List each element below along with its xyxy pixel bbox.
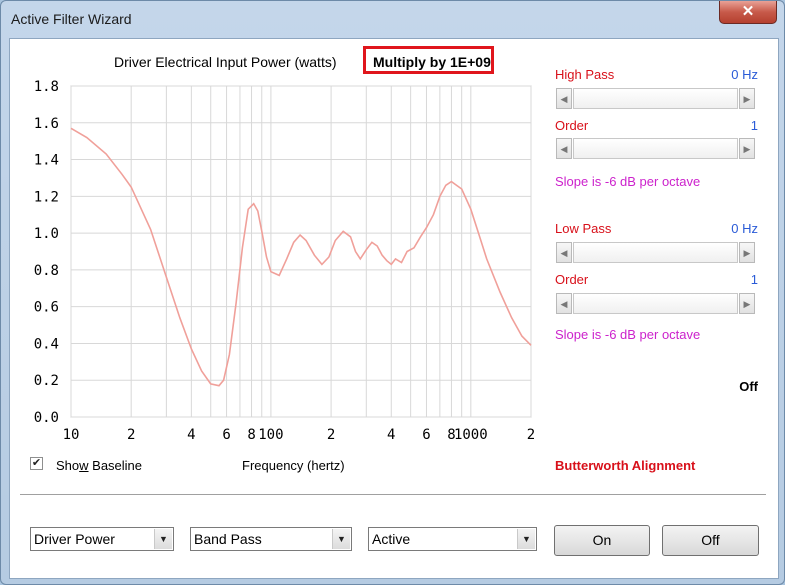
low-pass-slider[interactable]: ◀ ▶ xyxy=(555,241,756,266)
slider-left-arrow-icon[interactable]: ◀ xyxy=(556,242,572,263)
x-tick-label: 2 xyxy=(327,427,335,443)
x-tick-label: 4 xyxy=(387,427,395,443)
y-tick-label: 1.6 xyxy=(34,116,59,132)
chevron-down-icon[interactable]: ▼ xyxy=(517,529,535,549)
high-slope-text: Slope is -6 dB per octave xyxy=(555,174,701,189)
slider-left-arrow-icon[interactable]: ◀ xyxy=(556,138,572,159)
x-tick-label: 2 xyxy=(527,427,535,443)
x-tick-label: 2 xyxy=(127,427,135,443)
low-pass-value: 0 Hz xyxy=(731,221,758,236)
low-order-slider[interactable]: ◀ ▶ xyxy=(555,292,756,317)
on-button[interactable]: On xyxy=(554,525,650,556)
chevron-down-icon[interactable]: ▼ xyxy=(332,529,350,549)
high-pass-label: High Pass xyxy=(555,67,615,82)
checkmark-icon: ✔ xyxy=(31,457,42,469)
high-pass-value: 0 Hz xyxy=(731,67,758,82)
x-tick-label: 6 xyxy=(222,427,230,443)
show-baseline-label[interactable]: Show Baseline xyxy=(56,458,142,473)
divider xyxy=(20,494,766,496)
window-title: Active Filter Wizard xyxy=(11,11,132,27)
title-bar[interactable]: Active Filter Wizard ✕ xyxy=(1,1,784,38)
low-order-value: 1 xyxy=(750,272,758,287)
x-tick-label: 8 xyxy=(247,427,255,443)
x-tick-label: 100 xyxy=(258,427,283,443)
slider-track[interactable] xyxy=(573,138,738,159)
y-tick-label: 0.6 xyxy=(34,300,59,316)
wizard-client-area: Driver Electrical Input Power (watts) Mu… xyxy=(9,38,779,579)
slider-right-arrow-icon[interactable]: ▶ xyxy=(739,88,755,109)
slider-left-arrow-icon[interactable]: ◀ xyxy=(556,293,572,314)
high-order-label: Order xyxy=(555,118,589,133)
filter-mode-select-value: Active xyxy=(372,531,411,547)
show-baseline-checkbox[interactable]: ✔ xyxy=(30,457,43,470)
slider-track[interactable] xyxy=(573,88,738,109)
y-tick-label: 0.2 xyxy=(34,373,59,389)
x-axis-title: Frequency (hertz) xyxy=(242,458,345,473)
y-tick-label: 0.0 xyxy=(34,410,59,426)
slider-track[interactable] xyxy=(573,242,738,263)
slider-right-arrow-icon[interactable]: ▶ xyxy=(739,138,755,159)
x-tick-label: 1000 xyxy=(454,427,488,443)
alignment-label: Butterworth Alignment xyxy=(555,458,696,473)
close-button[interactable]: ✕ xyxy=(719,1,777,24)
power-frequency-chart: 1.8 1.6 1.4 1.2 1.0 0.8 0.6 0.4 0.2 0.010 2 4 6 8 100 2… xyxy=(34,79,536,443)
y-tick-label: 1.2 xyxy=(34,189,59,205)
slider-right-arrow-icon[interactable]: ▶ xyxy=(739,293,755,314)
low-slope-text: Slope is -6 dB per octave xyxy=(555,327,701,342)
high-pass-slider[interactable]: ◀ ▶ xyxy=(555,87,756,112)
y-tick-label: 0.8 xyxy=(34,263,59,279)
x-tick-label: 10 xyxy=(63,427,80,443)
active-filter-wizard-window: Active Filter Wizard ✕ Driver Electrical… xyxy=(0,0,785,585)
low-pass-label: Low Pass xyxy=(555,221,612,236)
close-icon: ✕ xyxy=(741,3,755,20)
y-tick-label: 1.4 xyxy=(34,153,59,169)
slider-track[interactable] xyxy=(573,293,738,314)
x-tick-label: 6 xyxy=(422,427,430,443)
chevron-down-icon[interactable]: ▼ xyxy=(154,529,172,549)
off-button[interactable]: Off xyxy=(662,525,759,556)
display-select-value: Driver Power xyxy=(34,531,115,547)
slider-left-arrow-icon[interactable]: ◀ xyxy=(556,88,572,109)
filter-type-select[interactable]: Band Pass ▼ xyxy=(190,527,352,551)
high-order-value: 1 xyxy=(750,118,758,133)
low-order-label: Order xyxy=(555,272,589,287)
filter-mode-select[interactable]: Active ▼ xyxy=(368,527,537,551)
display-select[interactable]: Driver Power ▼ xyxy=(30,527,174,551)
y-tick-label: 1.8 xyxy=(34,79,59,95)
high-order-slider[interactable]: ◀ ▶ xyxy=(555,137,756,162)
slider-right-arrow-icon[interactable]: ▶ xyxy=(739,242,755,263)
y-tick-label: 1.0 xyxy=(34,226,59,242)
filter-state-text: Off xyxy=(739,379,758,394)
y-tick-label: 0.4 xyxy=(34,336,59,352)
filter-type-select-value: Band Pass xyxy=(194,531,262,547)
x-tick-label: 4 xyxy=(187,427,195,443)
